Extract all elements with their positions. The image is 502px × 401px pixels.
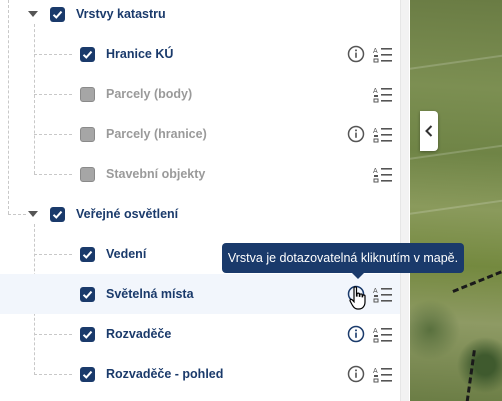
layer-label: Hranice KÚ [106, 47, 174, 61]
legend-list-icon[interactable]: A [373, 45, 393, 65]
caret-down-icon[interactable] [28, 211, 38, 217]
layer-label: Světelná místa [106, 287, 194, 301]
tooltip-arrow [352, 273, 364, 279]
collapse-panel-button[interactable] [420, 111, 438, 151]
svg-text:A: A [373, 128, 378, 135]
layer-row-parcely-body: Parcely (body) A [0, 74, 400, 114]
group-label: Vrstvy katastru [76, 7, 166, 21]
layer-label: Parcely (hranice) [106, 127, 207, 141]
svg-text:A: A [373, 368, 378, 375]
layer-checkbox[interactable] [80, 47, 95, 62]
layer-checkbox[interactable] [80, 287, 95, 302]
layer-row-parcely-hranice: Parcely (hranice) A [0, 114, 400, 154]
map-boundary-line [463, 350, 476, 401]
layer-label: Rozvaděče [106, 327, 172, 341]
caret-down-icon[interactable] [28, 11, 38, 17]
map-view[interactable] [410, 0, 502, 401]
info-circle-icon[interactable] [347, 45, 365, 63]
layer-row-stavebni-objekty: Stavební objekty A [0, 154, 400, 194]
layer-row-rozvadece: Rozvaděče A [0, 314, 400, 354]
map-field-stripe [410, 50, 502, 72]
legend-list-icon[interactable]: A [373, 285, 393, 305]
group-checkbox[interactable] [50, 207, 65, 222]
group-row-vrstvy-katastru: Vrstvy katastru [0, 0, 400, 34]
svg-text:A: A [373, 88, 378, 95]
svg-text:A: A [373, 48, 378, 55]
tooltip: Vrstva je dotazovatelná kliknutím v mapě… [222, 243, 464, 273]
layer-label: Parcely (body) [106, 87, 193, 101]
layer-row-hranice-ku: Hranice KÚ A [0, 34, 400, 74]
legend-list-icon[interactable]: A [373, 85, 393, 105]
hand-pointer-cursor-icon [349, 286, 366, 310]
layer-tree-panel: Vrstvy katastru Hranice KÚ A Parcely (bo… [0, 0, 408, 401]
info-circle-icon[interactable] [347, 125, 365, 143]
legend-list-icon[interactable]: A [373, 325, 393, 345]
layer-row-rozvadece-pohled: Rozvaděče - pohled A [0, 354, 400, 394]
group-row-verejne-osvetleni: Veřejné osvětlení [0, 194, 400, 234]
layer-checkbox-disabled[interactable] [80, 87, 95, 102]
group-checkbox[interactable] [50, 7, 65, 22]
svg-text:A: A [373, 328, 378, 335]
info-circle-icon[interactable] [347, 365, 365, 383]
legend-list-icon[interactable]: A [373, 165, 393, 185]
info-circle-icon[interactable] [347, 325, 365, 343]
layer-checkbox[interactable] [80, 247, 95, 262]
layer-row-svetelna-mista: Světelná místa A [0, 274, 400, 314]
chevron-left-icon [425, 125, 433, 137]
layer-checkbox-disabled[interactable] [80, 167, 95, 182]
layer-label: Rozvaděče - pohled [106, 367, 224, 381]
svg-text:A: A [373, 168, 378, 175]
legend-list-icon[interactable]: A [373, 365, 393, 385]
map-field-stripe [410, 195, 502, 217]
layer-checkbox[interactable] [80, 327, 95, 342]
group-label: Veřejné osvětlení [76, 207, 179, 221]
panel-scrollbar[interactable] [400, 0, 409, 401]
layer-checkbox[interactable] [80, 367, 95, 382]
legend-list-icon[interactable]: A [373, 125, 393, 145]
svg-text:A: A [373, 288, 378, 295]
layer-label: Stavební objekty [106, 167, 206, 181]
layer-label: Vedení [106, 247, 147, 261]
layer-checkbox-disabled[interactable] [80, 127, 95, 142]
